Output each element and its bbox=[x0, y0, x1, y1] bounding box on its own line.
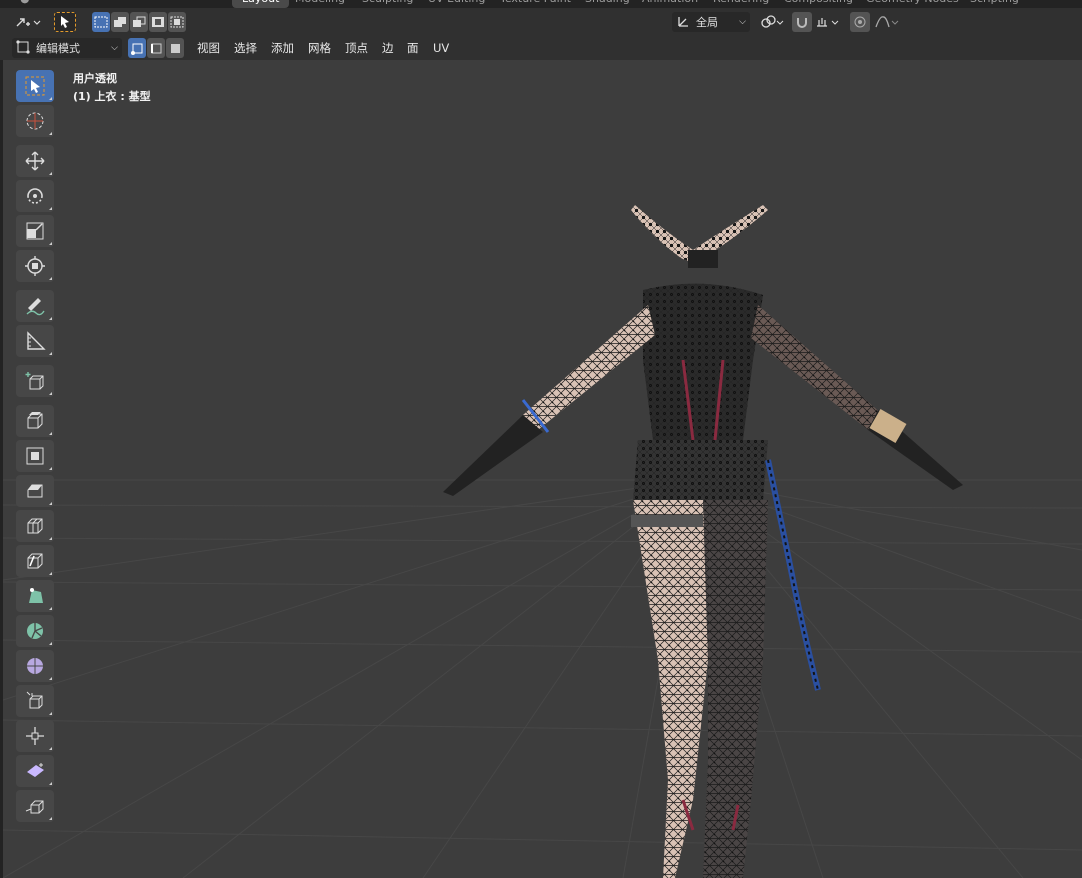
poly-build-icon bbox=[29, 588, 43, 603]
edge-select-mode-button[interactable] bbox=[147, 38, 165, 58]
tool-transform[interactable] bbox=[16, 250, 54, 282]
edit-mode-icon bbox=[16, 39, 30, 57]
select-difference-icon[interactable] bbox=[149, 12, 167, 32]
cursor-icon bbox=[26, 112, 44, 130]
annotate-icon bbox=[26, 298, 45, 316]
tab-geometry-nodes[interactable]: Geometry Nodes bbox=[856, 0, 969, 8]
tab-scripting[interactable]: Scripting bbox=[960, 0, 1029, 8]
chevron-down-icon: ⌵ bbox=[111, 43, 118, 53]
shear-icon bbox=[27, 763, 44, 777]
tool-shrink-fatten[interactable] bbox=[16, 685, 54, 717]
tab-layout[interactable]: Layout bbox=[232, 0, 290, 8]
pivot-link-icon[interactable] bbox=[757, 12, 787, 32]
orientation-axes-icon bbox=[676, 14, 690, 31]
rotate-icon bbox=[27, 188, 43, 204]
tab-shading[interactable]: Shading bbox=[575, 0, 640, 8]
viewport-header-menus: 编辑模式 ⌵ 视图 选择 添加 网格 顶点 边 面 UV bbox=[0, 36, 1082, 60]
select-mode-tweak-button[interactable] bbox=[54, 12, 76, 32]
snap-magnet-icon[interactable] bbox=[792, 12, 812, 32]
face-select-mode-button[interactable] bbox=[166, 38, 184, 58]
tool-inset-faces[interactable] bbox=[16, 440, 54, 472]
tab-animation[interactable]: Animation bbox=[632, 0, 708, 8]
transform-orientation-value: 全局 bbox=[696, 16, 718, 29]
viewport-header-tools: 全局 ⌵ bbox=[0, 8, 1082, 36]
spin-icon bbox=[27, 623, 43, 639]
transform-icon bbox=[25, 256, 45, 276]
shrink-fatten-icon bbox=[26, 691, 43, 709]
select-box-icon bbox=[25, 76, 45, 96]
rip-region-icon bbox=[25, 800, 44, 814]
tool-rip-region[interactable] bbox=[16, 790, 54, 822]
menu-uv[interactable]: UV bbox=[427, 38, 455, 58]
select-extend-icon[interactable] bbox=[111, 12, 129, 32]
tool-loop-cut[interactable] bbox=[16, 510, 54, 542]
character-mesh[interactable] bbox=[3, 60, 1082, 878]
tool-scale[interactable] bbox=[16, 215, 54, 247]
tool-measure[interactable] bbox=[16, 325, 54, 357]
menu-mesh[interactable]: 网格 bbox=[302, 38, 337, 58]
tab-compositing[interactable]: Compositing bbox=[774, 0, 863, 8]
menu-view[interactable]: 视图 bbox=[191, 38, 226, 58]
tab-rendering[interactable]: Rendering bbox=[703, 0, 779, 8]
snap-target-icon[interactable] bbox=[813, 12, 843, 32]
tool-select-box[interactable] bbox=[16, 70, 54, 102]
tool-rotate[interactable] bbox=[16, 180, 54, 212]
menu-edge[interactable]: 边 bbox=[376, 38, 400, 58]
measure-icon bbox=[27, 331, 46, 350]
tool-extrude-region[interactable] bbox=[16, 405, 54, 437]
viewport-view-name: 用户透视 bbox=[73, 72, 117, 85]
smooth-icon bbox=[27, 658, 43, 674]
blender-logo-icon[interactable]: ● bbox=[10, 0, 40, 8]
tab-texture-paint[interactable]: Texture Paint bbox=[490, 0, 581, 8]
tool-cursor[interactable] bbox=[16, 105, 54, 137]
falloff-curve-icon[interactable] bbox=[872, 12, 902, 32]
tool-poly-build[interactable] bbox=[16, 580, 54, 612]
tool-knife[interactable] bbox=[16, 545, 54, 577]
tool-bevel[interactable] bbox=[16, 475, 54, 507]
tab-modeling[interactable]: Modeling bbox=[285, 0, 355, 8]
bevel-icon bbox=[27, 484, 43, 498]
menu-vertex[interactable]: 顶点 bbox=[339, 38, 374, 58]
menu-add[interactable]: 添加 bbox=[265, 38, 300, 58]
tool-smooth[interactable] bbox=[16, 650, 54, 682]
proportional-editing-icon[interactable] bbox=[850, 12, 870, 32]
select-new-icon[interactable] bbox=[92, 12, 110, 32]
chevron-down-icon: ⌵ bbox=[739, 17, 746, 27]
mode-select[interactable]: 编辑模式 ⌵ bbox=[12, 38, 122, 58]
tab-sculpting[interactable]: Sculpting bbox=[352, 0, 423, 8]
push-pull-icon bbox=[26, 727, 44, 745]
tool-add-cube[interactable] bbox=[16, 365, 54, 397]
workspace-tab-strip: ● Layout Modeling Sculpting UV Editing T… bbox=[0, 0, 1082, 8]
menu-select[interactable]: 选择 bbox=[228, 38, 263, 58]
tab-uv-editing[interactable]: UV Editing bbox=[418, 0, 495, 8]
viewport-object-info: (1) 上衣 : 基型 bbox=[73, 90, 151, 103]
tool-shear[interactable] bbox=[16, 755, 54, 787]
scale-icon bbox=[26, 222, 44, 240]
tool-move[interactable] bbox=[16, 145, 54, 177]
vertex-select-mode-button[interactable] bbox=[128, 38, 146, 58]
mode-select-value: 编辑模式 bbox=[36, 42, 80, 55]
tool-spin[interactable] bbox=[16, 615, 54, 647]
transform-orientation-select[interactable]: 全局 ⌵ bbox=[672, 12, 750, 32]
select-intersect-icon[interactable] bbox=[168, 12, 186, 32]
transform-pivot-icon[interactable] bbox=[12, 12, 44, 32]
add-cube-icon bbox=[25, 372, 44, 390]
knife-icon bbox=[27, 553, 43, 569]
inset-faces-icon bbox=[26, 447, 44, 465]
menu-face[interactable]: 面 bbox=[401, 38, 425, 58]
tool-push-pull[interactable] bbox=[16, 720, 54, 752]
tool-annotate[interactable] bbox=[16, 290, 54, 322]
select-subtract-icon[interactable] bbox=[130, 12, 148, 32]
loop-cut-icon bbox=[27, 518, 43, 534]
3d-viewport[interactable]: 用户透视 (1) 上衣 : 基型 bbox=[3, 60, 1082, 878]
extrude-region-icon bbox=[27, 412, 43, 429]
move-icon bbox=[25, 151, 45, 171]
